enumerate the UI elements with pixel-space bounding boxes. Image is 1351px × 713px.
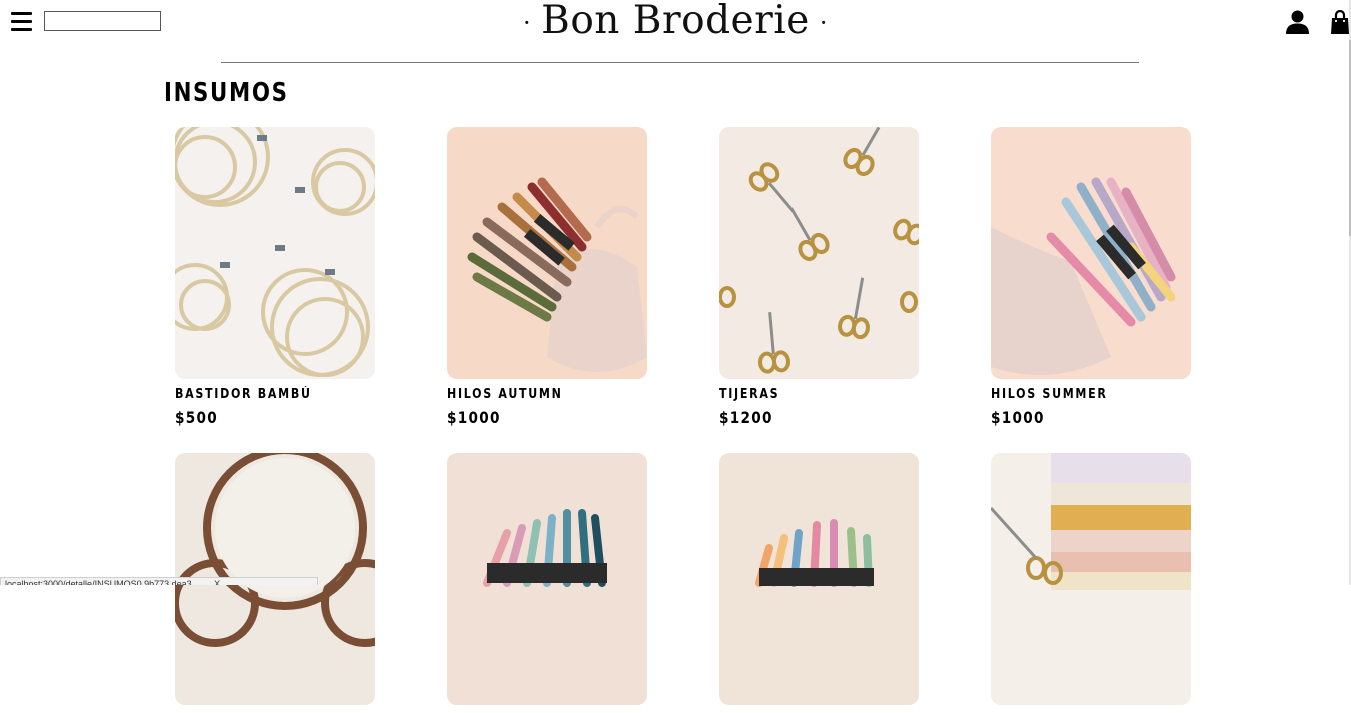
logo-text: Bon Broderie bbox=[541, 0, 810, 43]
section-title: INSUMOS bbox=[164, 78, 289, 108]
product-name[interactable]: TIJERAS bbox=[719, 387, 889, 402]
product-price: $1200 bbox=[719, 408, 773, 427]
header-divider bbox=[221, 62, 1139, 63]
product-image[interactable] bbox=[991, 453, 1191, 705]
site-logo[interactable]: · Bon Broderie · bbox=[0, 0, 1351, 43]
product-image[interactable] bbox=[991, 127, 1191, 379]
browser-status-bar: localhost:3000/detalle/INSUMOS0 9b773 de… bbox=[0, 577, 318, 585]
logo-dot-right: · bbox=[819, 9, 828, 37]
product-image[interactable] bbox=[447, 453, 647, 705]
product-price: $500 bbox=[175, 408, 218, 427]
product-image[interactable] bbox=[719, 127, 919, 379]
product-image[interactable] bbox=[719, 453, 919, 705]
product-card[interactable]: TIJERAS $1200 bbox=[719, 127, 919, 427]
product-price: $1000 bbox=[991, 408, 1045, 427]
user-icon[interactable] bbox=[1286, 10, 1309, 34]
product-name[interactable]: HILOS SUMMER bbox=[991, 387, 1161, 402]
product-card[interactable]: BASTIDOR BAMBÚ $500 bbox=[175, 127, 375, 427]
product-price: $1000 bbox=[447, 408, 501, 427]
product-card[interactable]: HILOS AUTUMN $1000 bbox=[447, 127, 647, 427]
product-card[interactable] bbox=[991, 453, 1191, 713]
shopping-bag-icon[interactable] bbox=[1331, 10, 1349, 34]
product-card[interactable]: HILOS SUMMER $1000 bbox=[991, 127, 1191, 427]
logo-dot-left: · bbox=[523, 9, 532, 37]
product-name[interactable]: HILOS AUTUMN bbox=[447, 387, 617, 402]
product-image[interactable] bbox=[175, 127, 375, 379]
product-card[interactable] bbox=[447, 453, 647, 713]
product-image[interactable] bbox=[447, 127, 647, 379]
product-card[interactable] bbox=[719, 453, 919, 713]
product-name[interactable]: BASTIDOR BAMBÚ bbox=[175, 387, 345, 402]
